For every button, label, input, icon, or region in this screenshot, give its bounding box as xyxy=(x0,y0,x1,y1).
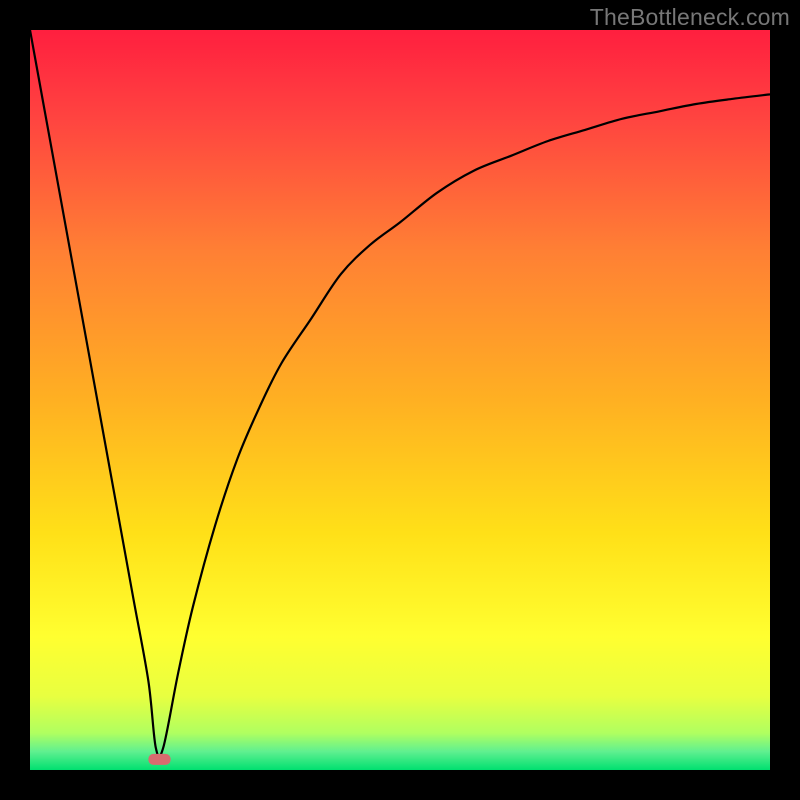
optimum-marker xyxy=(148,754,170,765)
gradient-background xyxy=(30,30,770,770)
chart-frame: TheBottleneck.com xyxy=(0,0,800,800)
plot-area xyxy=(30,30,770,770)
chart-svg xyxy=(30,30,770,770)
watermark-text: TheBottleneck.com xyxy=(590,4,790,31)
